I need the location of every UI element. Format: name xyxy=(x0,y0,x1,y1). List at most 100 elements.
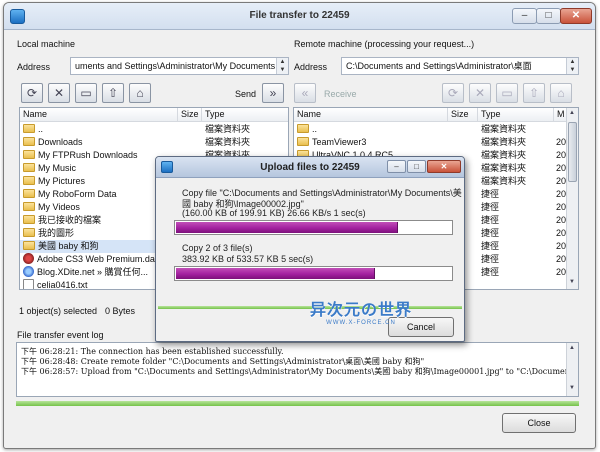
local-status: 1 object(s) selected xyxy=(19,306,98,316)
file-type: 捷徑 xyxy=(481,267,500,277)
new-folder-icon[interactable]: ▭ xyxy=(75,83,97,103)
list-item[interactable]: .. 檔案資料夾 xyxy=(20,123,288,136)
folder-icon xyxy=(23,228,35,237)
file-name: My RoboForm Data xyxy=(38,189,117,199)
folder-icon xyxy=(23,176,35,185)
refresh-icon[interactable]: ⟳ xyxy=(442,83,464,103)
new-folder-icon[interactable]: ▭ xyxy=(496,83,518,103)
list-item[interactable]: TeamViewer3 檔案資料夾 20 xyxy=(294,136,566,149)
title-bar[interactable]: File transfer to 22459 – □ ✕ xyxy=(4,3,595,30)
file-type: 捷徑 xyxy=(481,202,500,212)
list-item[interactable]: Downloads 檔案資料夾 xyxy=(20,136,288,149)
total-progress-fill xyxy=(176,268,376,279)
scroll-down-icon[interactable]: ▼ xyxy=(567,385,577,391)
combo-spin-icon[interactable]: ▲ ▼ xyxy=(276,58,288,74)
local-status-size: 0 Bytes xyxy=(105,306,136,316)
delete-icon[interactable]: ✕ xyxy=(469,83,491,103)
file-type: 捷徑 xyxy=(481,241,500,251)
send-button[interactable]: » xyxy=(262,83,284,103)
scroll-down-icon[interactable]: ▼ xyxy=(567,279,577,285)
local-machine-label: Local machine xyxy=(17,39,76,49)
file-type: 檔案資料夾 xyxy=(481,176,527,186)
close-button-label: Close xyxy=(527,418,551,428)
file-type: 檔案資料夾 xyxy=(205,124,251,134)
file-type: 捷徑 xyxy=(481,254,500,264)
send-label: Send xyxy=(235,89,257,99)
file-name: .. xyxy=(38,124,44,134)
home-icon[interactable]: ⌂ xyxy=(550,83,572,103)
local-col-name[interactable]: Name xyxy=(20,108,178,122)
minimize-button[interactable]: – xyxy=(512,8,537,24)
event-log[interactable]: 下午 06:28:21: The connection has been est… xyxy=(16,342,579,397)
local-address-combo[interactable]: uments and Settings\Administrator\My Doc… xyxy=(70,57,289,75)
folder-icon xyxy=(23,124,35,133)
total-progress-bar xyxy=(174,266,453,281)
file-modified: 20 xyxy=(556,215,567,225)
file-name: 我已接收的檔案 xyxy=(38,215,102,225)
file-modified: 20 xyxy=(556,267,567,277)
file-name: Blog.XDite.net » 購賞任何... xyxy=(37,267,149,277)
scroll-up-icon[interactable]: ▲ xyxy=(567,345,577,351)
remote-col-type[interactable]: Type xyxy=(478,108,554,122)
file-name: Downloads xyxy=(38,137,83,147)
file-type: 檔案資料夾 xyxy=(205,137,251,147)
local-col-type[interactable]: Type xyxy=(202,108,288,122)
up-folder-icon[interactable]: ⇧ xyxy=(102,83,124,103)
close-window-button[interactable]: ✕ xyxy=(560,8,592,24)
watermark-url: WWW.X-FORCE.CN xyxy=(326,320,396,326)
file-name: celia0416.txt xyxy=(37,280,88,290)
remote-vertical-scrollbar[interactable]: ▲ ▼ xyxy=(566,108,578,289)
receive-button[interactable]: « xyxy=(294,83,316,103)
folder-icon xyxy=(297,124,309,133)
refresh-icon[interactable]: ⟳ xyxy=(21,83,43,103)
file-icon xyxy=(23,279,34,289)
dialog-close-button[interactable]: ✕ xyxy=(427,160,461,173)
home-icon[interactable]: ⌂ xyxy=(129,83,151,103)
scroll-up-icon[interactable]: ▲ xyxy=(567,110,577,116)
folder-icon xyxy=(297,137,309,146)
folder-icon xyxy=(23,215,35,224)
remote-address-combo[interactable]: C:\Documents and Settings\Administrator\… xyxy=(341,57,579,75)
divider-bar xyxy=(16,401,579,406)
remote-col-size[interactable]: Size xyxy=(448,108,478,122)
file-modified: 20 xyxy=(556,254,567,264)
log-vertical-scrollbar[interactable]: ▲ ▼ xyxy=(566,343,578,396)
file-modified: 20 xyxy=(556,202,567,212)
dialog-minimize-button[interactable]: – xyxy=(387,160,406,173)
dialog-maximize-button[interactable]: □ xyxy=(407,160,426,173)
log-label: File transfer event log xyxy=(17,330,104,340)
remote-address-value: C:\Documents and Settings\Administrator\… xyxy=(346,61,532,71)
file-name: 美國 baby 和狗 xyxy=(38,241,99,251)
file-name: My FTPRush Downloads xyxy=(38,150,138,160)
close-button[interactable]: Close xyxy=(502,413,576,433)
file-name: My Pictures xyxy=(38,176,86,186)
list-item[interactable]: .. 檔案資料夾 xyxy=(294,123,566,136)
local-col-size[interactable]: Size xyxy=(178,108,202,122)
folder-icon xyxy=(23,202,35,211)
remote-address-label: Address xyxy=(294,62,328,72)
log-line: 下午 06:28:57: Upload from "C:\Documents a… xyxy=(21,367,579,376)
file-modified: 20 xyxy=(556,189,567,199)
remote-machine-label: Remote machine (processing your request.… xyxy=(294,39,475,49)
file-icon xyxy=(23,253,34,264)
window-title: File transfer to 22459 xyxy=(249,10,350,21)
file-modified: 20 xyxy=(556,228,567,238)
watermark-title: 异次元の世界 xyxy=(309,302,412,319)
file-type: 檔案資料夾 xyxy=(481,124,527,134)
maximize-button[interactable]: □ xyxy=(536,8,561,24)
folder-icon xyxy=(23,150,35,159)
delete-icon[interactable]: ✕ xyxy=(48,83,70,103)
file-name: 我的圖形 xyxy=(38,228,75,238)
up-folder-icon[interactable]: ⇧ xyxy=(523,83,545,103)
local-address-value: uments and Settings\Administrator\My Doc… xyxy=(75,61,276,71)
file-modified: 20 xyxy=(556,176,567,186)
file-type: 捷徑 xyxy=(481,228,500,238)
combo-spin-icon[interactable]: ▲ ▼ xyxy=(566,58,578,74)
file-name: TeamViewer3 xyxy=(312,137,367,147)
watermark-logo: 异次元の世界 WWW.X-FORCE.CN xyxy=(296,296,426,330)
scrollbar-thumb[interactable] xyxy=(568,122,577,182)
folder-icon xyxy=(23,241,35,250)
file-progress-bar xyxy=(174,220,453,235)
remote-col-name[interactable]: Name xyxy=(294,108,448,122)
dialog-title-bar[interactable]: Upload files to 22459 – □ ✕ xyxy=(156,157,464,178)
